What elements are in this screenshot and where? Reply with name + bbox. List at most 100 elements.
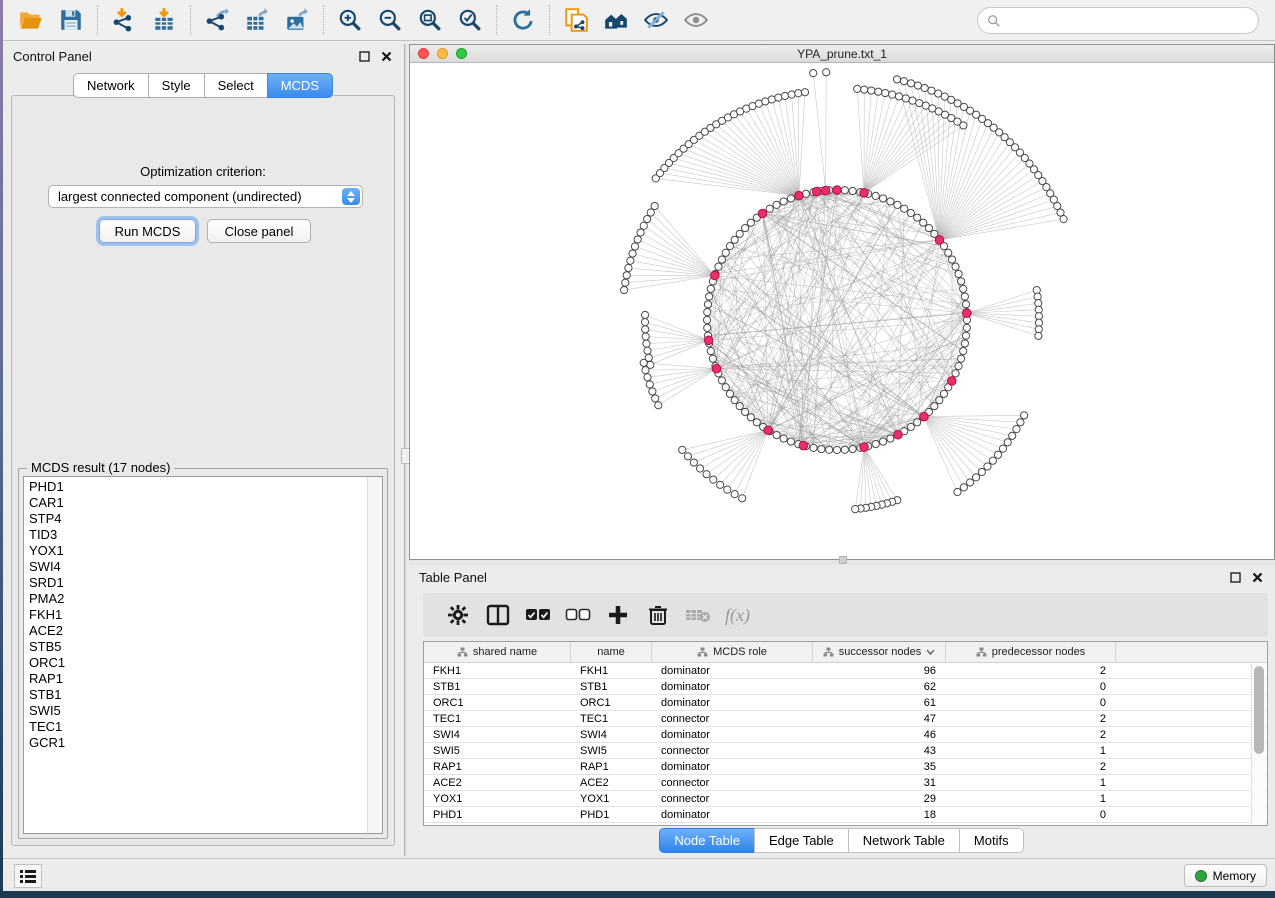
hide-selected-button[interactable] — [636, 3, 676, 37]
select-all-button[interactable] — [519, 598, 557, 632]
mcds-result-item[interactable]: STB5 — [29, 639, 367, 655]
show-columns-button[interactable] — [479, 598, 517, 632]
network-window-titlebar[interactable]: YPA_prune.txt_1 — [410, 45, 1274, 63]
add-column-button[interactable] — [599, 598, 637, 632]
scrollbar-thumb[interactable] — [1254, 666, 1264, 754]
new-network-from-selection-button[interactable] — [556, 3, 596, 37]
search-text-field[interactable] — [1001, 13, 1258, 28]
mcds-result-item[interactable]: PMA2 — [29, 591, 367, 607]
tab-style[interactable]: Style — [148, 73, 205, 98]
mcds-result-item[interactable]: CAR1 — [29, 495, 367, 511]
table-cell: 96 — [813, 663, 946, 678]
tab-node-table[interactable]: Node Table — [659, 828, 755, 853]
column-header-label: shared name — [473, 646, 537, 658]
search-input[interactable] — [977, 7, 1259, 34]
mcds-result-item[interactable]: PHD1 — [29, 479, 367, 495]
column-header-shared-name[interactable]: shared name — [424, 642, 571, 662]
column-header-predecessor-nodes[interactable]: predecessor nodes — [946, 642, 1116, 662]
column-header-name[interactable]: name — [571, 642, 652, 662]
mcds-result-item[interactable]: RAP1 — [29, 671, 367, 687]
tab-edge-table[interactable]: Edge Table — [754, 828, 849, 853]
mcds-result-item[interactable]: SRD1 — [29, 575, 367, 591]
close-table-panel-button[interactable] — [1249, 569, 1265, 585]
mcds-result-item[interactable]: TEC1 — [29, 719, 367, 735]
mcds-result-item[interactable]: STB1 — [29, 687, 367, 703]
table-cell: dominator — [652, 759, 813, 774]
table-cell: dominator — [652, 727, 813, 742]
table-panel-tabs: Node Table Edge Table Network Table Moti… — [409, 828, 1275, 853]
checked-boxes-icon — [525, 608, 551, 622]
tab-network-table[interactable]: Network Table — [848, 828, 960, 853]
mcds-list-scrollbar[interactable] — [367, 477, 382, 833]
zoom-out-button[interactable] — [370, 3, 410, 37]
table-row[interactable]: PHD1PHD1dominator180 — [424, 807, 1267, 823]
column-header-successor-nodes[interactable]: successor nodes — [813, 642, 946, 662]
splitter-grip[interactable] — [839, 556, 847, 564]
tab-select[interactable]: Select — [204, 73, 268, 98]
refresh-button[interactable] — [503, 3, 543, 37]
import-network-button[interactable] — [104, 3, 144, 37]
save-session-button[interactable] — [51, 3, 91, 37]
memory-button[interactable]: Memory — [1184, 864, 1267, 887]
tab-motifs[interactable]: Motifs — [959, 828, 1024, 853]
toolbar-separator — [190, 5, 191, 35]
mcds-result-item[interactable]: GCR1 — [29, 735, 367, 751]
zoom-in-button[interactable] — [330, 3, 370, 37]
delete-table-button[interactable] — [679, 598, 717, 632]
table-scrollbar[interactable] — [1251, 664, 1266, 824]
eye-icon — [683, 7, 709, 33]
mcds-result-item[interactable]: SWI5 — [29, 703, 367, 719]
mcds-result-item[interactable]: ORC1 — [29, 655, 367, 671]
open-session-button[interactable] — [11, 3, 51, 37]
first-neighbors-button[interactable] — [596, 3, 636, 37]
column-header-MCDS-role[interactable]: MCDS role — [652, 642, 813, 662]
network-canvas[interactable] — [410, 64, 1274, 559]
zoom-fit-button[interactable] — [410, 3, 450, 37]
panel-splitter-vertical[interactable] — [404, 44, 407, 856]
table-cell: 1 — [946, 775, 1116, 790]
tab-mcds[interactable]: MCDS — [267, 73, 333, 98]
table-cell: connector — [652, 711, 813, 726]
table-row[interactable]: ORC1ORC1dominator610 — [424, 695, 1267, 711]
float-panel-button[interactable] — [356, 48, 372, 64]
zoom-selected-button[interactable] — [450, 3, 490, 37]
table-toolbar: f(x) — [423, 593, 1268, 637]
close-panel-button[interactable]: Close panel — [207, 219, 311, 243]
optimization-criterion-select[interactable]: largest connected component (undirected) — [48, 185, 363, 208]
table-cell: SWI5 — [571, 743, 652, 758]
table-row[interactable]: TEC1TEC1connector472 — [424, 711, 1267, 727]
export-table-button[interactable] — [237, 3, 277, 37]
show-all-button[interactable] — [676, 3, 716, 37]
tab-network[interactable]: Network — [73, 73, 149, 98]
mcds-result-list[interactable]: PHD1CAR1STP4TID3YOX1SWI4SRD1PMA2FKH1ACE2… — [24, 477, 367, 833]
mcds-result-item[interactable]: YOX1 — [29, 543, 367, 559]
table-cell: 29 — [813, 791, 946, 806]
export-network-button[interactable] — [197, 3, 237, 37]
gear-icon — [447, 604, 469, 626]
table-row[interactable]: SWI5SWI5connector431 — [424, 743, 1267, 759]
table-row[interactable]: RAP1RAP1dominator352 — [424, 759, 1267, 775]
delete-column-button[interactable] — [639, 598, 677, 632]
table-settings-button[interactable] — [439, 598, 477, 632]
import-table-button[interactable] — [144, 3, 184, 37]
float-table-panel-button[interactable] — [1227, 569, 1243, 585]
close-panel-icon-button[interactable] — [378, 48, 394, 64]
run-mcds-button[interactable]: Run MCDS — [99, 219, 196, 243]
function-builder-button[interactable]: f(x) — [725, 605, 750, 626]
task-history-button[interactable] — [14, 864, 42, 888]
mcds-result-item[interactable]: STP4 — [29, 511, 367, 527]
table-row[interactable]: YOX1YOX1connector291 — [424, 791, 1267, 807]
mcds-result-item[interactable]: SWI4 — [29, 559, 367, 575]
mcds-result-item[interactable]: TID3 — [29, 527, 367, 543]
table-row[interactable]: FKH1FKH1dominator962 — [424, 663, 1267, 679]
table-cell: connector — [652, 791, 813, 806]
mcds-result-item[interactable]: ACE2 — [29, 623, 367, 639]
table-row[interactable]: SWI4SWI4dominator462 — [424, 727, 1267, 743]
table-row[interactable]: ACE2ACE2connector311 — [424, 775, 1267, 791]
mcds-result-item[interactable]: FKH1 — [29, 607, 367, 623]
toolbar-separator — [496, 5, 497, 35]
export-image-button[interactable] — [277, 3, 317, 37]
deselect-all-button[interactable] — [559, 598, 597, 632]
export-table-icon — [244, 7, 270, 33]
table-row[interactable]: STB1STB1dominator620 — [424, 679, 1267, 695]
